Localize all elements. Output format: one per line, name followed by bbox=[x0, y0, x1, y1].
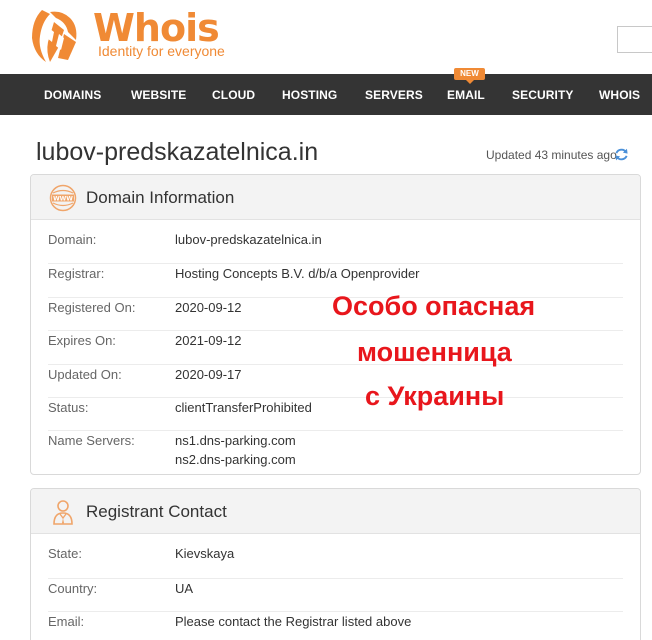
nav-servers[interactable]: SERVERS bbox=[365, 74, 423, 115]
www-icon: WWW bbox=[49, 184, 77, 212]
logo-tagline: Identity for everyone bbox=[98, 43, 225, 59]
overlay-text-line-1: Особо опасная bbox=[332, 291, 536, 321]
row-value: lubov-predskazatelnica.in bbox=[175, 232, 322, 247]
info-row-nameservers: Name Servers: ns1.dns-parking.com ns2.dn… bbox=[48, 431, 623, 473]
overlay-text-line-3: с Украины bbox=[365, 381, 505, 411]
domain-info-header: WWW Domain Information bbox=[31, 175, 640, 220]
person-icon bbox=[53, 500, 73, 525]
domain-info-panel: WWW Domain Information Domain: lubov-pre… bbox=[30, 174, 641, 475]
row-label: Registrar: bbox=[48, 266, 105, 281]
svg-text:WWW: WWW bbox=[53, 195, 73, 202]
page-title: lubov-predskazatelnica.in bbox=[36, 138, 319, 166]
info-row-expires: Expires On: 2021-09-12 bbox=[48, 331, 623, 365]
info-row-updated: Updated On: 2020-09-17 bbox=[48, 365, 623, 398]
registrant-title: Registrant Contact bbox=[86, 502, 227, 521]
search-input[interactable] bbox=[617, 26, 652, 53]
nav-security[interactable]: SECURITY bbox=[512, 74, 573, 115]
row-label: State: bbox=[48, 546, 82, 561]
row-value: Please contact the Registrar listed abov… bbox=[175, 614, 412, 629]
row-label: Registered On: bbox=[48, 300, 136, 315]
new-badge: NEW bbox=[454, 68, 485, 84]
row-label: Updated On: bbox=[48, 367, 122, 382]
site-header: Whois Identity for everyone bbox=[0, 0, 652, 74]
row-value: UA bbox=[175, 581, 194, 596]
row-value: 2020-09-12 bbox=[175, 300, 242, 315]
nav-website[interactable]: WEBSITE bbox=[131, 74, 186, 115]
logo-icon[interactable] bbox=[28, 8, 86, 64]
nav-domains[interactable]: DOMAINS bbox=[44, 74, 101, 115]
row-value: clientTransferProhibited bbox=[175, 400, 312, 415]
row-label: Name Servers: bbox=[48, 433, 135, 448]
info-row-domain: Domain: lubov-predskazatelnica.in bbox=[48, 231, 623, 264]
main-nav: DOMAINS WEBSITE CLOUD HOSTING SERVERS EM… bbox=[0, 74, 652, 115]
info-row-status: Status: clientTransferProhibited bbox=[48, 398, 623, 431]
row-label: Domain: bbox=[48, 232, 97, 247]
row-value: Kievskaya bbox=[175, 546, 235, 561]
refresh-icon[interactable] bbox=[614, 147, 629, 162]
registrant-row-email: Email: Please contact the Registrar list… bbox=[48, 612, 623, 640]
row-value: Hosting Concepts B.V. d/b/a Openprovider bbox=[175, 266, 420, 281]
nav-hosting[interactable]: HOSTING bbox=[282, 74, 337, 115]
row-label: Email: bbox=[48, 614, 85, 629]
row-value: 2020-09-17 bbox=[175, 367, 242, 382]
nav-whois[interactable]: WHOIS bbox=[599, 74, 640, 115]
row-value: ns1.dns-parking.com bbox=[175, 433, 296, 448]
row-value-secondary: ns2.dns-parking.com bbox=[175, 452, 296, 467]
row-value: 2021-09-12 bbox=[175, 333, 242, 348]
overlay-text-line-2: мошенница bbox=[357, 337, 512, 367]
row-label: Status: bbox=[48, 400, 89, 415]
registrant-panel: Registrant Contact State: Kievskaya Coun… bbox=[30, 488, 641, 640]
domain-info-title: Domain Information bbox=[86, 188, 235, 207]
registrant-row-state: State: Kievskaya bbox=[48, 545, 623, 579]
registrant-header: Registrant Contact bbox=[31, 489, 640, 534]
registrant-row-country: Country: UA bbox=[48, 579, 623, 612]
row-label: Expires On: bbox=[48, 333, 116, 348]
nav-cloud[interactable]: CLOUD bbox=[212, 74, 255, 115]
updated-timestamp: Updated 43 minutes ago bbox=[486, 148, 617, 162]
row-label: Country: bbox=[48, 581, 98, 596]
